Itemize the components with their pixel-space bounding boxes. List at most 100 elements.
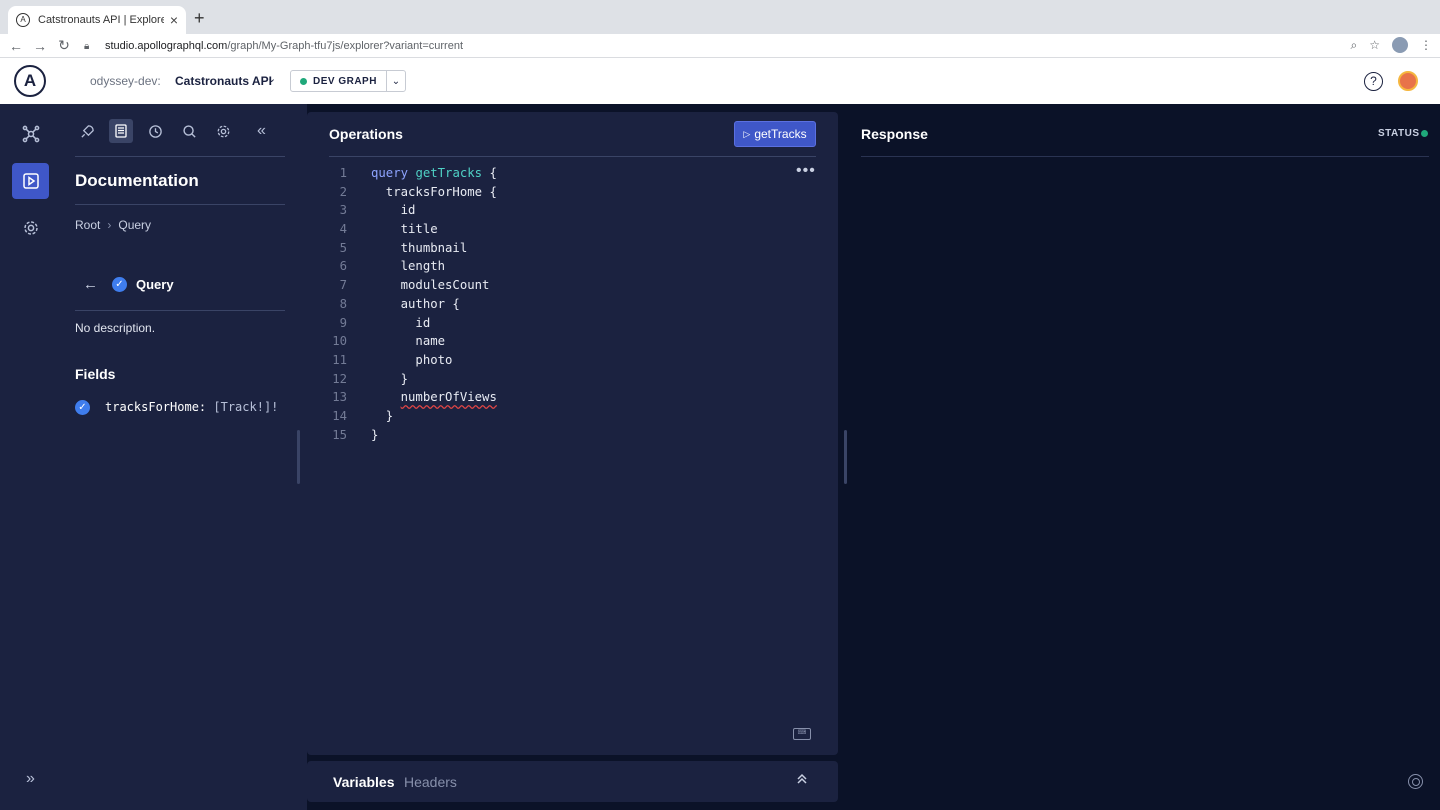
code-line[interactable]: 1 query getTracks { — [307, 164, 838, 183]
back-arrow-icon[interactable]: ← — [4, 38, 28, 54]
code-line[interactable]: 2 tracksForHome { — [307, 183, 838, 202]
code-line[interactable]: 15} — [307, 426, 838, 445]
code-line[interactable]: 3 id — [307, 201, 838, 220]
new-tab-button[interactable]: + — [194, 8, 205, 29]
app-header: A odyssey-dev: Catstronauts API ⌄ DEV GR… — [0, 58, 1440, 104]
variant-badge[interactable]: DEV GRAPH — [291, 71, 387, 91]
schema-graph-icon[interactable] — [12, 116, 49, 152]
variant-selector[interactable]: DEV GRAPH ⌄ — [290, 70, 406, 92]
address-bar[interactable]: 🔒︎ studio.apollographql.com/graph/My-Gra… — [84, 35, 1360, 57]
collapse-panel-icon[interactable]: « — [257, 122, 266, 140]
line-number: 10 — [332, 334, 347, 349]
field-item[interactable]: tracksForHome: [Track!]! — [105, 400, 278, 414]
code-line[interactable]: 7 modulesCount — [307, 276, 838, 295]
panel-resize-handle[interactable] — [844, 430, 847, 484]
code-line[interactable]: 12 } — [307, 370, 838, 389]
browser-profile-avatar[interactable] — [1392, 37, 1408, 53]
status-dot-icon — [1421, 130, 1428, 137]
tab-variables[interactable]: Variables — [333, 774, 395, 790]
code-text: thumbnail — [371, 240, 468, 255]
support-lifebuoy-icon[interactable] — [1408, 774, 1423, 789]
help-icon[interactable]: ? — [1364, 72, 1383, 91]
code-text: photo — [371, 352, 453, 367]
star-icon[interactable]: ☆ — [1369, 38, 1380, 52]
code-text: query getTracks { — [347, 164, 497, 183]
panel-resize-handle[interactable] — [297, 430, 300, 484]
code-text: title — [371, 222, 438, 237]
variant-chevron-icon[interactable]: ⌄ — [387, 76, 405, 87]
code-line[interactable]: 5 thumbnail — [307, 239, 838, 258]
expand-up-icon[interactable] — [795, 772, 809, 789]
operations-panel: Operations ▷ getTracks ••• 1 query getTra… — [307, 112, 838, 755]
code-line[interactable]: 14 } — [307, 407, 838, 426]
documentation-icon[interactable] — [109, 119, 133, 143]
line-number: 5 — [339, 240, 347, 255]
operation-name: getTracks — [415, 166, 483, 180]
chevron-down-icon[interactable]: ⌄ — [267, 72, 276, 85]
explorer-icon[interactable] — [12, 163, 49, 199]
expand-nav-icon[interactable]: » — [12, 770, 49, 796]
browser-toolbar: ← → ↻ 🔒︎ studio.apollographql.com/graph/… — [0, 34, 1440, 58]
code-line[interactable]: 6 length — [307, 257, 838, 276]
divider — [75, 156, 285, 157]
check-circle-icon[interactable]: ✓ — [112, 277, 127, 292]
variant-label: DEV GRAPH — [313, 75, 377, 87]
menu-dots-icon[interactable]: ⋮ — [1420, 38, 1432, 52]
code-line[interactable]: 4 title — [307, 220, 838, 239]
url-path: /graph/My-Graph-tfu7js/explorer?variant=… — [227, 40, 464, 52]
code-text: name — [371, 334, 446, 349]
left-nav-rail: » — [0, 104, 61, 810]
code-line[interactable]: 8 author { — [307, 295, 838, 314]
zoom-icon[interactable]: ⌕ — [1351, 38, 1358, 53]
rocket-icon[interactable] — [75, 119, 99, 143]
browser-tab[interactable]: A Catstronauts API | Explorer | Studio × — [8, 6, 186, 34]
breadcrumb-root[interactable]: Root — [75, 218, 100, 232]
code-text: } — [371, 427, 379, 442]
status-label: STATUS — [1378, 128, 1420, 139]
divider — [75, 204, 285, 205]
code-line[interactable]: 10 name — [307, 332, 838, 351]
line-number: 13 — [332, 390, 347, 405]
breadcrumb: Root › Query — [75, 218, 151, 232]
play-icon: ▷ — [743, 128, 751, 139]
code-text: id — [371, 203, 416, 218]
org-name[interactable]: odyssey-dev: — [90, 74, 161, 88]
reload-icon[interactable]: ↻ — [52, 37, 76, 54]
code-line[interactable]: 11 photo — [307, 351, 838, 370]
line-number: 2 — [339, 184, 347, 199]
line-number: 1 — [339, 166, 347, 180]
search-icon[interactable] — [177, 119, 201, 143]
code-editor[interactable]: 1 query getTracks {2 tracksForHome {3 id 4… — [307, 164, 838, 444]
tab-close-icon[interactable]: × — [170, 12, 178, 28]
code-line[interactable]: 9 id — [307, 314, 838, 333]
forward-arrow-icon[interactable]: → — [28, 38, 52, 54]
field-check-icon[interactable]: ✓ — [75, 400, 90, 415]
browser-tab-bar: A Catstronauts API | Explorer | Studio ×… — [0, 0, 1440, 34]
keyboard-icon[interactable]: ⌨ — [793, 728, 811, 740]
user-avatar[interactable] — [1398, 71, 1418, 91]
gear-icon[interactable] — [211, 119, 235, 143]
history-icon[interactable] — [143, 119, 167, 143]
code-text: } — [371, 408, 394, 423]
apollo-logo-icon[interactable]: A — [14, 65, 46, 97]
field-name: tracksForHome: — [105, 400, 207, 414]
line-number: 3 — [339, 203, 347, 218]
tab-headers[interactable]: Headers — [404, 774, 457, 790]
line-number: 12 — [332, 371, 347, 386]
error-field[interactable]: numberOfViews — [401, 390, 497, 404]
code-text: id — [371, 315, 431, 330]
keyword: query — [371, 166, 409, 180]
field-type[interactable]: [Track!]! — [206, 400, 278, 414]
code-punctuation: { — [482, 166, 497, 180]
settings-gear-icon[interactable] — [12, 210, 49, 246]
breadcrumb-separator-icon: › — [107, 218, 112, 232]
run-operation-label: getTracks — [754, 127, 807, 141]
graph-selector[interactable]: Catstronauts API — [175, 74, 272, 88]
run-operation-button[interactable]: ▷ getTracks — [734, 121, 816, 147]
code-text: numberOfViews — [347, 388, 497, 407]
code-line[interactable]: 13 numberOfViews — [307, 388, 838, 407]
apollo-favicon-icon: A — [16, 13, 30, 27]
variables-bar: Variables Headers — [307, 761, 838, 802]
back-arrow-icon[interactable]: ← — [83, 276, 98, 293]
